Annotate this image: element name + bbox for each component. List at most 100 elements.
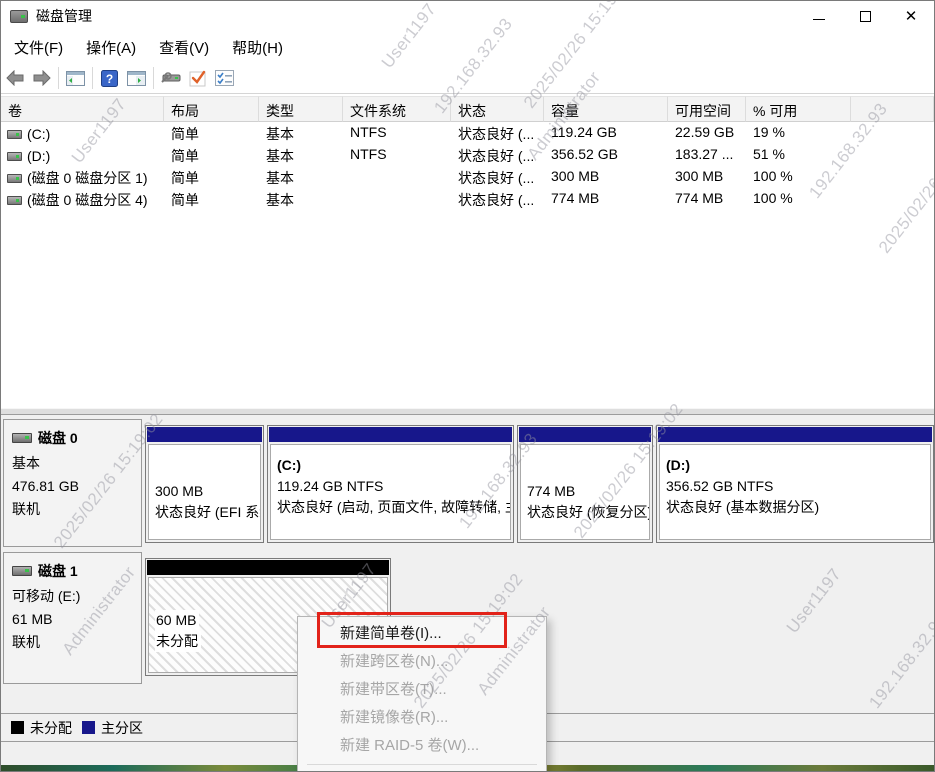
cell-type: 基本 [259,188,343,210]
menu-item-new-spanned-volume: 新建跨区卷(N)... [298,648,546,676]
partition-status: 未分配 [155,631,201,652]
col-capacity[interactable]: 容量 [544,96,668,122]
app-drive-icon [10,10,28,23]
disk-name: 磁盘 0 [38,428,78,448]
volume-list-pane: 卷 布局 类型 文件系统 状态 容量 可用空间 % 可用 (C:) 简单 基本 … [1,96,934,408]
col-type[interactable]: 类型 [259,96,343,122]
volume-name: (磁盘 0 磁盘分区 1) [27,168,148,188]
forward-icon [32,70,52,86]
menu-help[interactable]: 帮助(H) [222,33,293,62]
disk-size: 61 MB [12,611,141,627]
cell-status: 状态良好 (... [451,166,544,188]
help-icon: ? [101,70,118,87]
partition-size: 119.24 GB NTFS [277,476,510,497]
cell-free: 300 MB [668,166,746,188]
volume-icon [7,152,22,161]
console-tree-button[interactable] [62,66,89,91]
disk-tool-button[interactable] [157,66,184,91]
close-icon: ✕ [905,9,918,24]
menu-file[interactable]: 文件(F) [4,33,73,62]
menu-item-new-mirrored-volume: 新建镜像卷(R)... [298,704,546,732]
maximize-button[interactable] [842,1,888,31]
partition-size: 774 MB [527,481,649,502]
menu-item-properties[interactable]: 属性(P) [298,768,546,772]
col-layout[interactable]: 布局 [164,96,259,122]
partition-recovery[interactable]: 774 MB 状态良好 (恢复分区) [517,425,653,543]
partition-color-bar [269,427,512,442]
col-free[interactable]: 可用空间 [668,96,746,122]
disk-management-window: 磁盘管理 ✕ 文件(F) 操作(A) 查看(V) 帮助(H) [0,0,935,772]
minimize-icon [813,19,825,20]
window-title: 磁盘管理 [36,6,92,26]
cell-pct: 100 % [746,188,851,210]
action-pane-icon [127,71,146,86]
partition-color-bar [147,560,389,575]
menu-item-new-raid5-volume: 新建 RAID-5 卷(W)... [298,732,546,760]
disk0-panel[interactable]: 磁盘 0 基本 476.81 GB 联机 [3,419,142,547]
partition-status: 状态良好 (基本数据分区) [666,497,930,518]
legend-primary-swatch [82,721,95,734]
cell-status: 状态良好 (... [451,122,544,144]
partition-size: 356.52 GB NTFS [666,476,930,497]
menu-action[interactable]: 操作(A) [76,33,146,62]
action-pane-button[interactable] [123,66,150,91]
table-row-partition4[interactable]: (磁盘 0 磁盘分区 4) 简单 基本 状态良好 (... 774 MB 774… [1,188,934,210]
partition-size: 300 MB [155,481,260,502]
toolbar: ? [1,63,934,94]
forward-button[interactable] [28,66,55,91]
legend-unallocated-label: 未分配 [30,718,72,738]
cell-type: 基本 [259,144,343,166]
partition-d[interactable]: (D:) 356.52 GB NTFS 状态良好 (基本数据分区) [656,425,934,543]
checklist-button[interactable] [211,66,238,91]
menu-item-new-simple-volume[interactable]: 新建简单卷(I)... [298,620,546,648]
cell-layout: 简单 [164,122,259,144]
title-bar: 磁盘管理 ✕ [1,1,934,31]
disk-name: 磁盘 1 [38,561,78,581]
col-volume[interactable]: 卷 [1,96,164,122]
pane-splitter[interactable] [1,408,934,415]
volume-icon [7,196,22,205]
volume-icon [7,174,22,183]
table-row-d[interactable]: (D:) 简单 基本 NTFS 状态良好 (... 356.52 GB 183.… [1,144,934,166]
back-icon [5,70,25,86]
legend-unallocated-swatch [11,721,24,734]
menu-separator [307,764,537,765]
disk-icon [12,433,32,443]
disk-icon [12,566,32,576]
disk-status: 联机 [12,499,141,519]
close-button[interactable]: ✕ [888,1,934,31]
col-filesystem[interactable]: 文件系统 [343,96,451,122]
partition-status: 状态良好 (EFI 系统分区) [155,502,260,523]
disk-size: 476.81 GB [12,478,141,494]
volume-name: (磁盘 0 磁盘分区 4) [27,190,148,210]
col-empty[interactable] [851,96,934,122]
maximize-icon [860,11,871,22]
help-button[interactable]: ? [96,66,123,91]
disk-status: 联机 [12,632,141,652]
cell-pct: 51 % [746,144,851,166]
col-status[interactable]: 状态 [451,96,544,122]
partition-name: (D:) [666,455,930,476]
disk1-panel[interactable]: 磁盘 1 可移动 (E:) 61 MB 联机 [3,552,142,684]
partition-color-bar [519,427,651,442]
toolbar-separator [58,67,59,89]
volume-icon [7,130,22,139]
table-row-c[interactable]: (C:) 简单 基本 NTFS 状态良好 (... 119.24 GB 22.5… [1,122,934,144]
cell-type: 基本 [259,166,343,188]
volume-name: (C:) [27,126,50,142]
cell-fs [343,166,451,188]
cell-fs [343,188,451,210]
partition-efi[interactable]: 300 MB 状态良好 (EFI 系统分区) [145,425,264,543]
cell-capacity: 774 MB [544,188,668,210]
menu-view[interactable]: 查看(V) [149,33,219,62]
minimize-button[interactable] [796,1,842,31]
partition-status: 状态良好 (恢复分区) [527,502,649,523]
back-button[interactable] [1,66,28,91]
table-row-partition1[interactable]: (磁盘 0 磁盘分区 1) 简单 基本 状态良好 (... 300 MB 300… [1,166,934,188]
check-button[interactable] [184,66,211,91]
cell-free: 22.59 GB [668,122,746,144]
cell-layout: 简单 [164,166,259,188]
col-pct-free[interactable]: % 可用 [746,96,851,122]
partition-c[interactable]: (C:) 119.24 GB NTFS 状态良好 (启动, 页面文件, 故障转储… [267,425,514,543]
partition-status: 状态良好 (启动, 页面文件, 故障转储, 主分区) [277,497,510,518]
